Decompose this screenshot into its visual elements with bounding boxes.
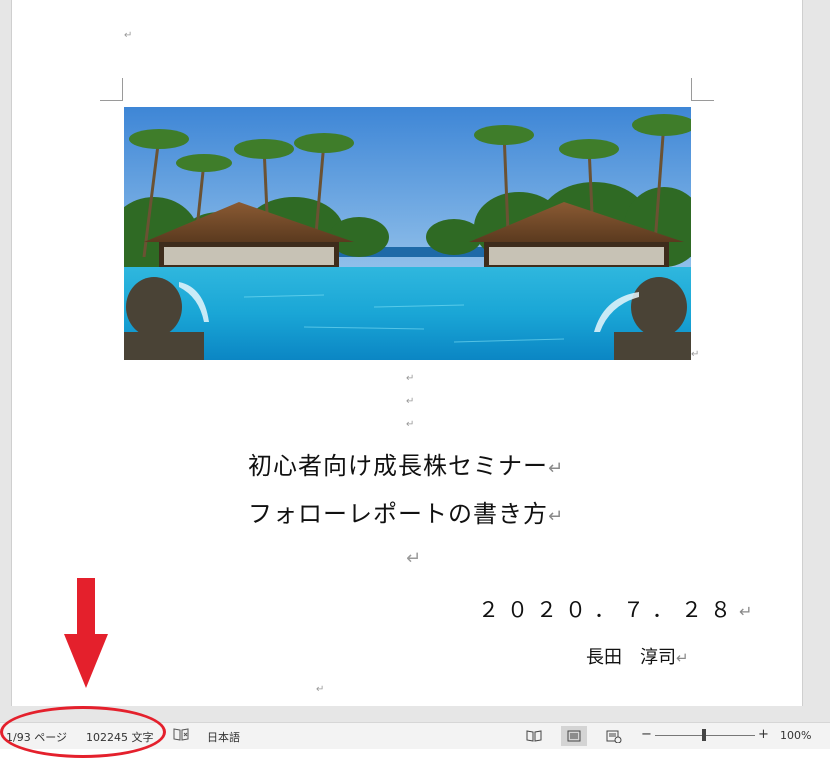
document-author[interactable]: 長田 淳司↵ xyxy=(586,643,689,669)
paragraph-mark: ↵ xyxy=(124,30,133,41)
resort-pool-image[interactable] xyxy=(124,107,691,360)
zoom-slider-thumb[interactable] xyxy=(702,729,706,741)
paragraph-mark: ↵ xyxy=(406,396,415,407)
paragraph-mark: ↵ xyxy=(691,349,700,360)
paragraph-mark: ↵ xyxy=(406,548,422,569)
zoom-in-button[interactable]: + xyxy=(758,727,769,742)
zoom-level[interactable]: 100% xyxy=(780,729,811,742)
language-indicator[interactable]: 日本語 xyxy=(207,729,240,745)
document-title-line2[interactable]: フォローレポートの書き方↵ xyxy=(248,494,564,529)
read-mode-button[interactable] xyxy=(521,726,547,746)
document-page[interactable]: ↵ ↵ ↵ ↵ ↵ 初心者向け成長株セミナー↵ フォローレポートの書き方↵ ↵ … xyxy=(11,0,803,706)
crop-mark-top-left xyxy=(100,78,123,101)
zoom-out-button[interactable]: − xyxy=(641,727,652,742)
paragraph-mark: ↵ xyxy=(316,684,325,695)
highlight-ellipse-annotation xyxy=(0,706,166,758)
web-layout-button[interactable] xyxy=(601,726,627,746)
red-arrow-down-icon xyxy=(64,578,108,688)
document-title-line1[interactable]: 初心者向け成長株セミナー↵ xyxy=(248,446,564,481)
print-layout-icon xyxy=(567,730,581,742)
paragraph-mark: ↵ xyxy=(406,419,415,430)
document-date[interactable]: ２０２０．７．２８↵ xyxy=(478,594,752,624)
document-workspace: ↵ ↵ ↵ ↵ ↵ 初心者向け成長株セミナー↵ フォローレポートの書き方↵ ↵ … xyxy=(0,0,830,722)
print-layout-button[interactable] xyxy=(561,726,587,746)
read-mode-icon xyxy=(526,730,542,742)
crop-mark-top-right xyxy=(691,78,714,101)
proofing-book-icon[interactable] xyxy=(173,727,189,744)
paragraph-mark: ↵ xyxy=(406,373,415,384)
web-layout-icon xyxy=(606,730,622,743)
